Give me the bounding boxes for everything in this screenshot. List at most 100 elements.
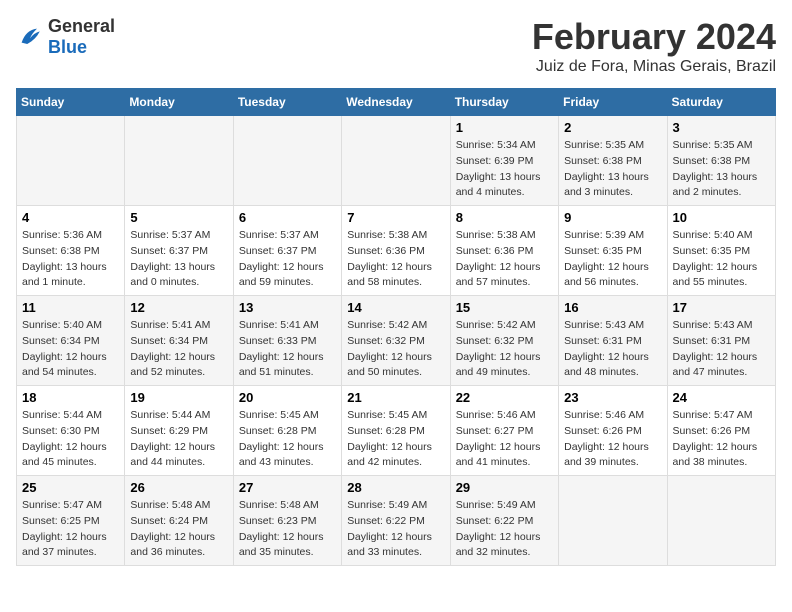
calendar-cell: 11 Sunrise: 5:40 AM Sunset: 6:34 PM Dayli… — [17, 296, 125, 386]
calendar-cell: 4Sunrise: 5:36 AM Sunset: 6:38 PM Daylig… — [17, 206, 125, 296]
day-number: 19 — [130, 390, 227, 405]
day-number: 1 — [456, 120, 553, 135]
calendar-week-row: 1 Sunrise: 5:34 AM Sunset: 6:39 PM Daylig… — [17, 116, 776, 206]
day-number: 7 — [347, 210, 444, 225]
calendar-cell: 29 Sunrise: 5:49 AM Sunset: 6:22 PM Dayli… — [450, 476, 558, 566]
column-header-friday: Friday — [559, 89, 667, 116]
day-info: Sunrise: 5:46 AM Sunset: 6:26 PM Dayligh… — [564, 408, 661, 471]
page-title: February 2024 — [532, 16, 776, 58]
day-number: 29 — [456, 480, 553, 495]
column-header-tuesday: Tuesday — [233, 89, 341, 116]
calendar-cell — [559, 476, 667, 566]
day-number: 21 — [347, 390, 444, 405]
day-number: 28 — [347, 480, 444, 495]
logo-bird-icon — [16, 23, 44, 51]
day-info: Sunrise: 5:38 AM Sunset: 6:36 PM Dayligh… — [456, 228, 553, 291]
calendar-cell — [667, 476, 775, 566]
logo: General Blue — [16, 16, 115, 58]
calendar-week-row: 25Sunrise: 5:47 AM Sunset: 6:25 PM Dayli… — [17, 476, 776, 566]
day-info: Sunrise: 5:35 AM Sunset: 6:38 PM Dayligh… — [673, 138, 770, 201]
calendar-cell: 13Sunrise: 5:41 AM Sunset: 6:33 PM Dayli… — [233, 296, 341, 386]
calendar-cell: 23 Sunrise: 5:46 AM Sunset: 6:26 PM Dayli… — [559, 386, 667, 476]
day-info: Sunrise: 5:47 AM Sunset: 6:26 PM Dayligh… — [673, 408, 770, 471]
logo-text: General Blue — [48, 16, 115, 58]
calendar-cell: 25Sunrise: 5:47 AM Sunset: 6:25 PM Dayli… — [17, 476, 125, 566]
logo-blue: Blue — [48, 37, 87, 57]
calendar-table: SundayMondayTuesdayWednesdayThursdayFrid… — [16, 88, 776, 566]
day-number: 22 — [456, 390, 553, 405]
day-info: Sunrise: 5:40 AM Sunset: 6:35 PM Dayligh… — [673, 228, 770, 291]
day-info: Sunrise: 5:37 AM Sunset: 6:37 PM Dayligh… — [239, 228, 336, 291]
calendar-cell: 27 Sunrise: 5:48 AM Sunset: 6:23 PM Dayli… — [233, 476, 341, 566]
calendar-cell: 20 Sunrise: 5:45 AM Sunset: 6:28 PM Dayli… — [233, 386, 341, 476]
day-info: Sunrise: 5:43 AM Sunset: 6:31 PM Dayligh… — [673, 318, 770, 381]
day-number: 26 — [130, 480, 227, 495]
column-header-sunday: Sunday — [17, 89, 125, 116]
day-number: 10 — [673, 210, 770, 225]
day-info: Sunrise: 5:37 AM Sunset: 6:37 PM Dayligh… — [130, 228, 227, 291]
day-info: Sunrise: 5:46 AM Sunset: 6:27 PM Dayligh… — [456, 408, 553, 471]
page-subtitle: Juiz de Fora, Minas Gerais, Brazil — [532, 58, 776, 76]
day-info: Sunrise: 5:49 AM Sunset: 6:22 PM Dayligh… — [456, 498, 553, 561]
day-info: Sunrise: 5:44 AM Sunset: 6:29 PM Dayligh… — [130, 408, 227, 471]
day-info: Sunrise: 5:36 AM Sunset: 6:38 PM Dayligh… — [22, 228, 119, 291]
calendar-cell: 3Sunrise: 5:35 AM Sunset: 6:38 PM Daylig… — [667, 116, 775, 206]
calendar-cell — [342, 116, 450, 206]
day-number: 15 — [456, 300, 553, 315]
column-header-thursday: Thursday — [450, 89, 558, 116]
calendar-cell: 8Sunrise: 5:38 AM Sunset: 6:36 PM Daylig… — [450, 206, 558, 296]
day-number: 16 — [564, 300, 661, 315]
calendar-cell: 21 Sunrise: 5:45 AM Sunset: 6:28 PM Dayli… — [342, 386, 450, 476]
column-header-saturday: Saturday — [667, 89, 775, 116]
day-number: 20 — [239, 390, 336, 405]
calendar-cell: 10 Sunrise: 5:40 AM Sunset: 6:35 PM Dayli… — [667, 206, 775, 296]
day-number: 11 — [22, 300, 119, 315]
day-info: Sunrise: 5:45 AM Sunset: 6:28 PM Dayligh… — [239, 408, 336, 471]
day-info: Sunrise: 5:41 AM Sunset: 6:34 PM Dayligh… — [130, 318, 227, 381]
day-number: 6 — [239, 210, 336, 225]
calendar-cell: 24 Sunrise: 5:47 AM Sunset: 6:26 PM Dayli… — [667, 386, 775, 476]
calendar-cell: 2 Sunrise: 5:35 AM Sunset: 6:38 PM Daylig… — [559, 116, 667, 206]
day-info: Sunrise: 5:48 AM Sunset: 6:24 PM Dayligh… — [130, 498, 227, 561]
calendar-cell: 17 Sunrise: 5:43 AM Sunset: 6:31 PM Dayli… — [667, 296, 775, 386]
calendar-cell: 12 Sunrise: 5:41 AM Sunset: 6:34 PM Dayli… — [125, 296, 233, 386]
calendar-cell: 6 Sunrise: 5:37 AM Sunset: 6:37 PM Daylig… — [233, 206, 341, 296]
day-info: Sunrise: 5:48 AM Sunset: 6:23 PM Dayligh… — [239, 498, 336, 561]
day-number: 2 — [564, 120, 661, 135]
logo-general: General — [48, 16, 115, 36]
calendar-cell: 1 Sunrise: 5:34 AM Sunset: 6:39 PM Daylig… — [450, 116, 558, 206]
header-row: SundayMondayTuesdayWednesdayThursdayFrid… — [17, 89, 776, 116]
day-number: 9 — [564, 210, 661, 225]
calendar-week-row: 4Sunrise: 5:36 AM Sunset: 6:38 PM Daylig… — [17, 206, 776, 296]
calendar-cell — [17, 116, 125, 206]
calendar-cell: 28 Sunrise: 5:49 AM Sunset: 6:22 PM Dayli… — [342, 476, 450, 566]
calendar-cell — [233, 116, 341, 206]
day-number: 17 — [673, 300, 770, 315]
day-number: 18 — [22, 390, 119, 405]
day-info: Sunrise: 5:49 AM Sunset: 6:22 PM Dayligh… — [347, 498, 444, 561]
day-info: Sunrise: 5:45 AM Sunset: 6:28 PM Dayligh… — [347, 408, 444, 471]
calendar-cell: 14 Sunrise: 5:42 AM Sunset: 6:32 PM Dayli… — [342, 296, 450, 386]
column-header-wednesday: Wednesday — [342, 89, 450, 116]
day-number: 12 — [130, 300, 227, 315]
day-number: 13 — [239, 300, 336, 315]
calendar-cell — [125, 116, 233, 206]
day-info: Sunrise: 5:35 AM Sunset: 6:38 PM Dayligh… — [564, 138, 661, 201]
calendar-week-row: 11 Sunrise: 5:40 AM Sunset: 6:34 PM Dayli… — [17, 296, 776, 386]
day-info: Sunrise: 5:34 AM Sunset: 6:39 PM Dayligh… — [456, 138, 553, 201]
day-info: Sunrise: 5:39 AM Sunset: 6:35 PM Dayligh… — [564, 228, 661, 291]
day-number: 14 — [347, 300, 444, 315]
day-number: 24 — [673, 390, 770, 405]
calendar-cell: 19 Sunrise: 5:44 AM Sunset: 6:29 PM Dayli… — [125, 386, 233, 476]
day-info: Sunrise: 5:38 AM Sunset: 6:36 PM Dayligh… — [347, 228, 444, 291]
day-info: Sunrise: 5:44 AM Sunset: 6:30 PM Dayligh… — [22, 408, 119, 471]
calendar-week-row: 18 Sunrise: 5:44 AM Sunset: 6:30 PM Dayli… — [17, 386, 776, 476]
column-header-monday: Monday — [125, 89, 233, 116]
day-number: 5 — [130, 210, 227, 225]
day-number: 27 — [239, 480, 336, 495]
day-info: Sunrise: 5:40 AM Sunset: 6:34 PM Dayligh… — [22, 318, 119, 381]
day-info: Sunrise: 5:42 AM Sunset: 6:32 PM Dayligh… — [456, 318, 553, 381]
day-number: 23 — [564, 390, 661, 405]
day-info: Sunrise: 5:42 AM Sunset: 6:32 PM Dayligh… — [347, 318, 444, 381]
calendar-cell: 7 Sunrise: 5:38 AM Sunset: 6:36 PM Daylig… — [342, 206, 450, 296]
